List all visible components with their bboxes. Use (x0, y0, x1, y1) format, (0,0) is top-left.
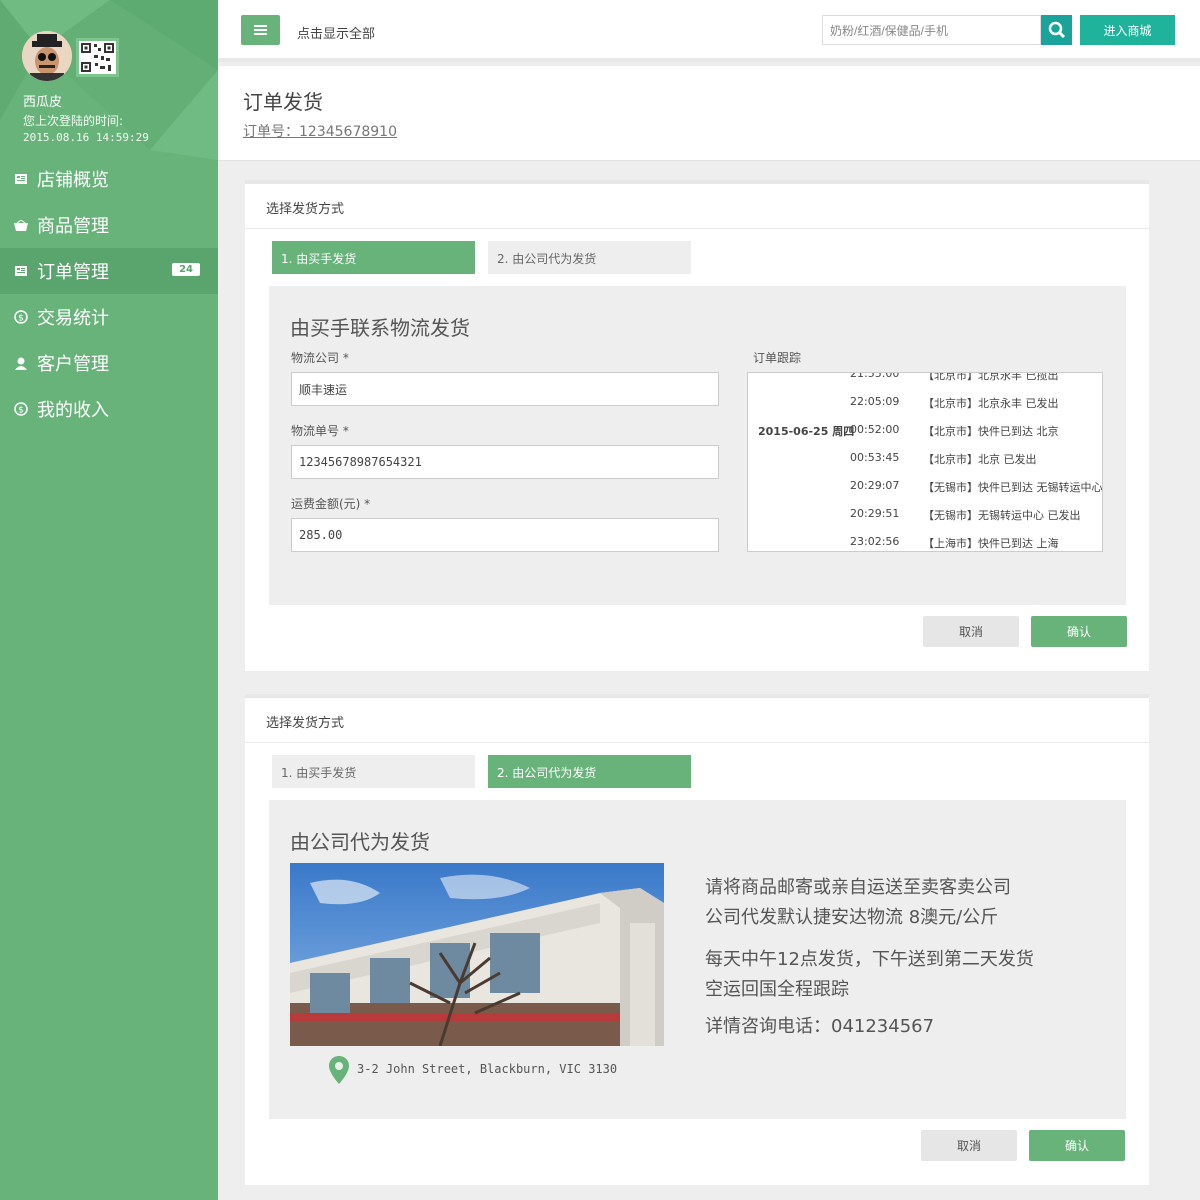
sidebar-item-label: 我的收入 (37, 400, 109, 421)
sidebar-item-customer-management[interactable]: 客户管理 (0, 340, 218, 386)
courier-value: 顺丰速运 (299, 382, 348, 397)
shipping-fee-label: 运费金额(元) * (291, 497, 371, 511)
sidebar-item-label: 交易统计 (37, 308, 109, 329)
warehouse-photo (290, 863, 664, 1046)
tracking-row: 22:05:09 【北京市】北京永丰 已发出 (748, 387, 1102, 415)
tracking-row: 20:29:07 【无锡市】快件已到达 无锡转运中心 (748, 471, 1103, 499)
sidebar-item-store-overview[interactable]: 店铺概览 (0, 156, 218, 202)
tracking-message: 【上海市】快件已到达 上海 (923, 537, 1059, 550)
search-button[interactable] (1041, 15, 1072, 45)
tracking-message: 【北京市】快件已到达 北京 (923, 425, 1059, 438)
sidebar-item-trade-stats[interactable]: $ 交易统计 (0, 294, 218, 340)
page-title: 订单发货 (243, 90, 323, 114)
confirm-button[interactable]: 确认 (1029, 1130, 1125, 1161)
section-title: 由公司代为发货 (290, 830, 430, 854)
sidebar-item-product-management[interactable]: 商品管理 (0, 202, 218, 248)
cancel-button[interactable]: 取消 (921, 1130, 1017, 1161)
enter-mall-button[interactable]: 进入商城 (1080, 15, 1175, 45)
sidebar-nav: 店铺概览 商品管理 订单管理 24 $ 交易统计 客户管理 $ 我的收入 (0, 156, 218, 432)
contact-phone: 详情咨询电话：041234567 (705, 1016, 935, 1037)
sidebar-item-label: 订单管理 (37, 262, 109, 283)
show-all-link[interactable]: 点击显示全部 (297, 23, 375, 42)
shipping-method-panel-company: 选择发货方式 1. 由买手发货 2. 由公司代为发货 由公司代为发货 3-2 J… (245, 694, 1149, 1185)
section-title: 由买手联系物流发货 (290, 316, 470, 340)
tracking-row: 2015-06-25 周四 00:52:00 【北京市】快件已到达 北京 (748, 415, 1102, 443)
dollar-circle-icon: $ (14, 402, 28, 416)
info-line: 请将商品邮寄或亲自运送至卖客卖公司 (705, 877, 1011, 898)
tab-buyer-ship[interactable]: 1. 由买手发货 (272, 241, 475, 274)
order-tracking-label: 订单跟踪 (753, 351, 802, 365)
user-icon (14, 356, 28, 370)
search-placeholder: 奶粉/红酒/保健品/手机 (830, 23, 949, 38)
sidebar-item-order-management[interactable]: 订单管理 24 (0, 248, 218, 294)
tracking-time: 22:05:09 (850, 395, 900, 408)
sidebar-item-label: 商品管理 (37, 216, 109, 237)
tracking-number-value: 12345678987654321 (299, 455, 422, 469)
sidebar: 西瓜皮 您上次登陆的时间: 2015.08.16 14:59:29 店铺概览 商… (0, 0, 218, 1200)
tracking-row: 20:29:51 【无锡市】无锡转运中心 已发出 (748, 499, 1102, 527)
card-icon (14, 264, 28, 278)
buyer-ship-form: 由买手联系物流发货 物流公司 * 顺丰速运 物流单号 * 12345678987… (269, 286, 1126, 605)
panel-heading: 选择发货方式 (245, 184, 1149, 229)
cancel-button[interactable]: 取消 (923, 616, 1019, 647)
svg-text:$: $ (18, 314, 24, 324)
sidebar-item-my-income[interactable]: $ 我的收入 (0, 386, 218, 432)
tab-company-ship[interactable]: 2. 由公司代为发货 (488, 755, 691, 788)
tracking-number-label: 物流单号 * (291, 424, 349, 438)
courier-field[interactable]: 顺丰速运 (291, 372, 719, 406)
tracking-date: 2015-06-25 周四 (758, 425, 855, 438)
tracking-time: 21:55:00 (850, 372, 900, 380)
tracking-message: 【无锡市】无锡转运中心 已发出 (923, 509, 1081, 522)
search-icon (1048, 21, 1065, 39)
tab-company-ship[interactable]: 2. 由公司代为发货 (488, 241, 691, 274)
search-input[interactable]: 奶粉/红酒/保健品/手机 (822, 15, 1041, 45)
tracking-time: 23:02:56 (850, 535, 900, 548)
tracking-row: 00:53:45 【北京市】北京 已发出 (748, 443, 1102, 471)
tracking-time: 20:29:07 (850, 479, 900, 492)
user-name: 西瓜皮 (23, 95, 63, 110)
tracking-time: 00:52:00 (850, 423, 900, 436)
confirm-button[interactable]: 确认 (1031, 616, 1127, 647)
order-tracking-list[interactable]: 21:55:00 【北京市】北京永丰 已揽出 22:05:09 【北京市】北京永… (747, 372, 1103, 552)
info-line: 公司代发默认捷安达物流 8澳元/公斤 (705, 907, 999, 928)
sidebar-item-label: 店铺概览 (37, 170, 109, 191)
order-number-link[interactable]: 订单号：12345678910 (243, 121, 397, 141)
hamburger-icon (254, 25, 267, 35)
page-header: 订单发货 订单号：12345678910 (218, 66, 1200, 161)
tracking-message: 【无锡市】快件已到达 无锡转运中心 (923, 481, 1103, 494)
tracking-message: 【北京市】北京永丰 已发出 (923, 397, 1059, 410)
avatar[interactable] (22, 31, 72, 81)
tracking-message: 【北京市】北京 已发出 (923, 453, 1037, 466)
shipping-method-panel-buyer: 选择发货方式 1. 由买手发货 2. 由公司代为发货 由买手联系物流发货 物流公… (245, 180, 1149, 671)
last-login-label: 您上次登陆的时间: (23, 114, 124, 128)
basket-icon (14, 218, 28, 232)
company-ship-info: 由公司代为发货 3-2 John Street, Blackburn, VIC … (269, 800, 1126, 1119)
shipping-fee-value: 285.00 (299, 528, 343, 542)
tracking-row: 21:55:00 【北京市】北京永丰 已揽出 (748, 372, 1102, 387)
info-line: 空运回国全程跟踪 (705, 979, 849, 1000)
company-address: 3-2 John Street, Blackburn, VIC 3130 (357, 1062, 618, 1076)
sidebar-item-label: 客户管理 (37, 354, 109, 375)
tracking-row: 23:02:56 【上海市】快件已到达 上海 (748, 527, 1102, 551)
tracking-message: 【北京市】北京永丰 已揽出 (923, 372, 1059, 382)
shipping-fee-field[interactable]: 285.00 (291, 518, 719, 552)
tracking-time: 20:29:51 (850, 507, 900, 520)
tab-buyer-ship[interactable]: 1. 由买手发货 (272, 755, 475, 788)
top-bar: 点击显示全部 奶粉/红酒/保健品/手机 进入商城 (218, 0, 1200, 62)
location-pin-icon (329, 1056, 349, 1084)
panel-heading: 选择发货方式 (245, 698, 1149, 743)
menu-toggle-button[interactable] (241, 15, 280, 45)
last-login-time: 2015.08.16 14:59:29 (23, 131, 149, 144)
tracking-number-field[interactable]: 12345678987654321 (291, 445, 719, 479)
svg-text:$: $ (18, 406, 24, 416)
courier-label: 物流公司 * (291, 351, 349, 365)
qr-code-icon[interactable] (76, 38, 119, 77)
card-icon (14, 172, 28, 186)
tracking-time: 00:53:45 (850, 451, 900, 464)
order-count-badge: 24 (172, 263, 200, 276)
info-line: 每天中午12点发货，下午送到第二天发货 (705, 949, 1034, 970)
user-profile: 西瓜皮 您上次登陆的时间: 2015.08.16 14:59:29 (0, 0, 218, 158)
dollar-circle-icon: $ (14, 310, 28, 324)
